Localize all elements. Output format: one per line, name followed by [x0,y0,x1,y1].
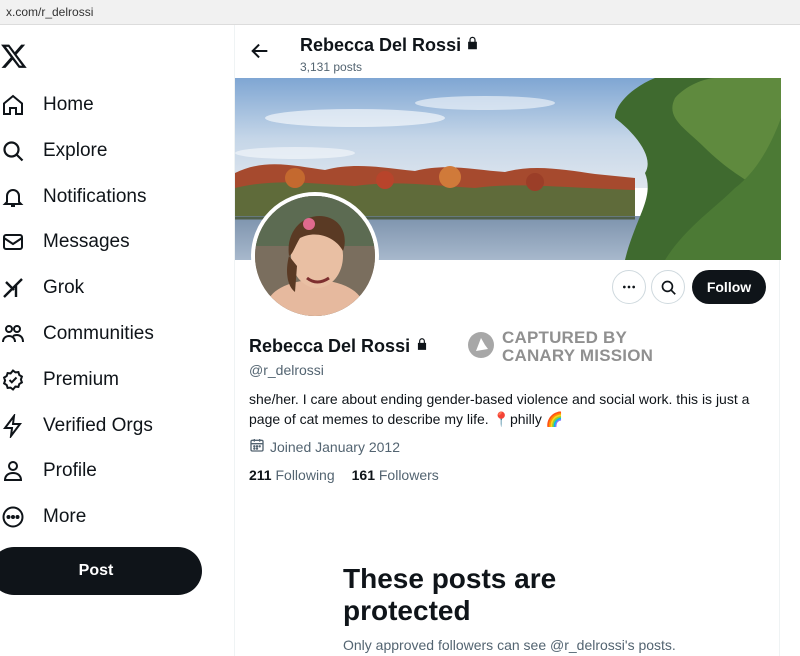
search-icon [0,138,26,164]
follow-stats: 211 Following 161 Followers [249,467,439,483]
profile-column: Rebecca Del Rossi 3,131 posts Follow Reb… [234,25,781,656]
nav-label-premium: Premium [43,369,120,390]
nav-label-communities: Communities [43,323,154,344]
header-name-text: Rebecca Del Rossi [300,35,462,55]
nav-label-profile: Profile [43,460,97,481]
nav-messages[interactable]: Messages [0,222,220,262]
search-icon [661,280,676,295]
header-name: Rebecca Del Rossi [300,35,480,56]
followers-link[interactable]: 161 Followers [352,467,439,483]
nav-verified-orgs[interactable]: Verified Orgs [0,406,220,446]
watermark-text: CAPTURED BY CANARY MISSION [502,329,653,365]
nav-label-grok: Grok [43,277,85,298]
profile-display-name: Rebecca Del Rossi [249,336,429,357]
profile-bio: she/her. I care about ending gender-base… [249,391,750,427]
nav-grok[interactable]: Grok [0,268,220,308]
x-logo-icon[interactable] [0,42,28,70]
joined-text: Joined January 2012 [270,438,400,455]
nav-home[interactable]: Home [0,85,220,125]
followers-count: 161 [351,467,375,483]
lock-icon [465,35,480,56]
display-name-text: Rebecca Del Rossi [249,336,411,356]
follow-button[interactable]: Follow [692,270,766,304]
joined-date: Joined January 2012 [249,437,400,456]
nav-notifications[interactable]: Notifications [0,177,220,217]
watermark-line-1: CAPTURED BY [502,328,627,347]
nav-premium[interactable]: Premium [0,360,220,400]
bell-icon [0,184,26,210]
protected-title: These posts are protected [343,563,557,626]
envelope-icon [0,229,26,255]
nav-label-explore: Explore [43,140,108,161]
watermark: CAPTURED BY CANARY MISSION [467,329,653,365]
sidebar: Home Explore Notifications Messages Grok… [0,25,234,656]
following-link[interactable]: 211 Following [249,467,335,483]
url-text[interactable]: x.com/r_delrossi [6,5,93,19]
nav-label-verified-orgs: Verified Orgs [43,415,153,436]
nav-communities[interactable]: Communities [0,314,220,354]
home-icon [0,92,26,118]
post-button[interactable]: Post [0,547,202,595]
more-circle-icon [0,504,26,530]
lightning-icon [0,413,26,439]
nav-label-notifications: Notifications [43,186,147,207]
nav-label-messages: Messages [43,231,130,252]
search-profile-button[interactable] [651,270,685,304]
nav-profile[interactable]: Profile [0,451,220,491]
profile-handle: @r_delrossi [249,362,324,378]
canary-logo-icon [467,331,495,364]
lock-icon [415,336,429,357]
nav-explore[interactable]: Explore [0,131,220,171]
nav-label-more: More [43,506,87,527]
more-options-button[interactable] [612,270,646,304]
avatar[interactable] [251,192,379,320]
grok-icon [0,275,26,301]
more-horizontal-icon [623,285,635,289]
profile-header-bar: Rebecca Del Rossi 3,131 posts [235,25,781,78]
protected-subtitle: Only approved followers can see @r_delro… [343,637,676,653]
people-icon [0,321,26,347]
calendar-icon [249,437,265,456]
following-label: Following [275,467,335,483]
followers-label: Followers [378,467,439,483]
person-icon [0,458,26,484]
watermark-line-2: CANARY MISSION [502,346,654,365]
nav-more[interactable]: More [0,497,220,537]
nav-label-home: Home [43,94,94,115]
header-post-count: 3,131 posts [300,60,363,74]
browser-url-bar[interactable]: x.com/r_delrossi [0,0,800,25]
following-count: 211 [249,467,272,483]
back-arrow-icon[interactable] [249,40,271,62]
verified-badge-icon [0,367,26,393]
